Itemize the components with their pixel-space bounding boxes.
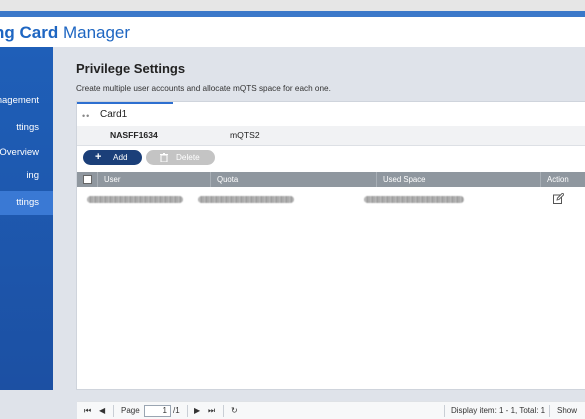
next-page-icon[interactable]: ▶ xyxy=(194,406,200,416)
subtab-nasff1634[interactable]: NASFF1634 xyxy=(110,130,158,140)
divider xyxy=(187,405,188,417)
last-page-icon[interactable]: ⏭ xyxy=(208,406,215,416)
refresh-icon[interactable]: ↻ xyxy=(231,406,238,416)
sidebar-item-ing[interactable]: ing xyxy=(0,164,53,188)
privilege-panel: •• Card1 NASFF1634 mQTS2 + Add Delete Us… xyxy=(76,101,585,419)
show-label[interactable]: Show xyxy=(557,406,577,416)
delete-button[interactable]: Delete xyxy=(146,150,215,165)
main-content: Privilege Settings Create multiple user … xyxy=(53,47,585,419)
first-page-icon[interactable]: ⏮ xyxy=(84,406,91,416)
table-row[interactable] xyxy=(77,190,585,208)
divider xyxy=(549,405,550,417)
page-label: Page xyxy=(121,406,140,415)
edit-icon[interactable] xyxy=(553,193,564,204)
sidebar-item-privilege-settings[interactable]: ttings xyxy=(0,191,53,215)
subtab-mqts2[interactable]: mQTS2 xyxy=(230,130,260,140)
select-all-checkbox[interactable] xyxy=(83,175,92,184)
redacted-user xyxy=(87,196,183,203)
column-header-quota[interactable]: Quota xyxy=(210,172,375,187)
sidebar-item-label: ing xyxy=(26,170,39,181)
sidebar-item-label: Overview xyxy=(0,147,39,158)
sidebar-item-settings[interactable]: ttings xyxy=(0,116,53,140)
add-button-label: Add xyxy=(113,153,128,162)
page-number-input[interactable]: 1 xyxy=(144,405,171,417)
page-title: Privilege Settings xyxy=(76,61,186,76)
trash-icon xyxy=(160,150,168,167)
card-tab-label: Card1 xyxy=(100,109,128,120)
subtab-bar: NASFF1634 mQTS2 xyxy=(77,126,585,146)
divider xyxy=(444,405,445,417)
column-header-used-space[interactable]: Used Space xyxy=(376,172,539,187)
delete-button-label: Delete xyxy=(176,153,200,162)
column-header-user[interactable]: User xyxy=(97,172,209,187)
sidebar-item-label: anagement xyxy=(0,95,39,106)
add-button[interactable]: + Add xyxy=(83,150,142,165)
display-info: Display item: 1 - 1, Total: 1 xyxy=(451,406,546,415)
sidebar: anagement ttings Overview ing ttings xyxy=(0,47,53,390)
previous-page-icon[interactable]: ◀ xyxy=(99,406,105,416)
sidebar-item-label: ttings xyxy=(16,197,39,208)
page-description: Create multiple user accounts and alloca… xyxy=(76,84,331,93)
app-title: ng Card Manager xyxy=(0,23,130,43)
app-header: ng Card Manager xyxy=(0,17,585,47)
table-header: User Quota Used Space Action xyxy=(77,172,585,187)
sidebar-item-label: ttings xyxy=(16,122,39,133)
divider xyxy=(113,405,114,417)
divider xyxy=(223,405,224,417)
redacted-used-space xyxy=(364,196,464,203)
app-title-bold: ng Card xyxy=(0,23,59,42)
plus-icon: + xyxy=(95,151,102,163)
app-title-rest: Manager xyxy=(58,23,131,42)
sidebar-item-management[interactable]: anagement xyxy=(0,89,53,113)
pagination-bar: ⏮ ◀ Page 1 /1 ▶ ⏭ ↻ Display item: 1 - 1,… xyxy=(77,401,585,419)
tab-card1[interactable]: •• Card1 xyxy=(77,102,173,126)
sidebar-item-overview[interactable]: Overview xyxy=(0,141,53,165)
top-strip xyxy=(0,0,585,11)
page-total: /1 xyxy=(173,406,180,415)
drag-handle-icon: •• xyxy=(82,111,91,121)
column-header-action: Action xyxy=(540,172,585,187)
redacted-quota xyxy=(198,196,294,203)
